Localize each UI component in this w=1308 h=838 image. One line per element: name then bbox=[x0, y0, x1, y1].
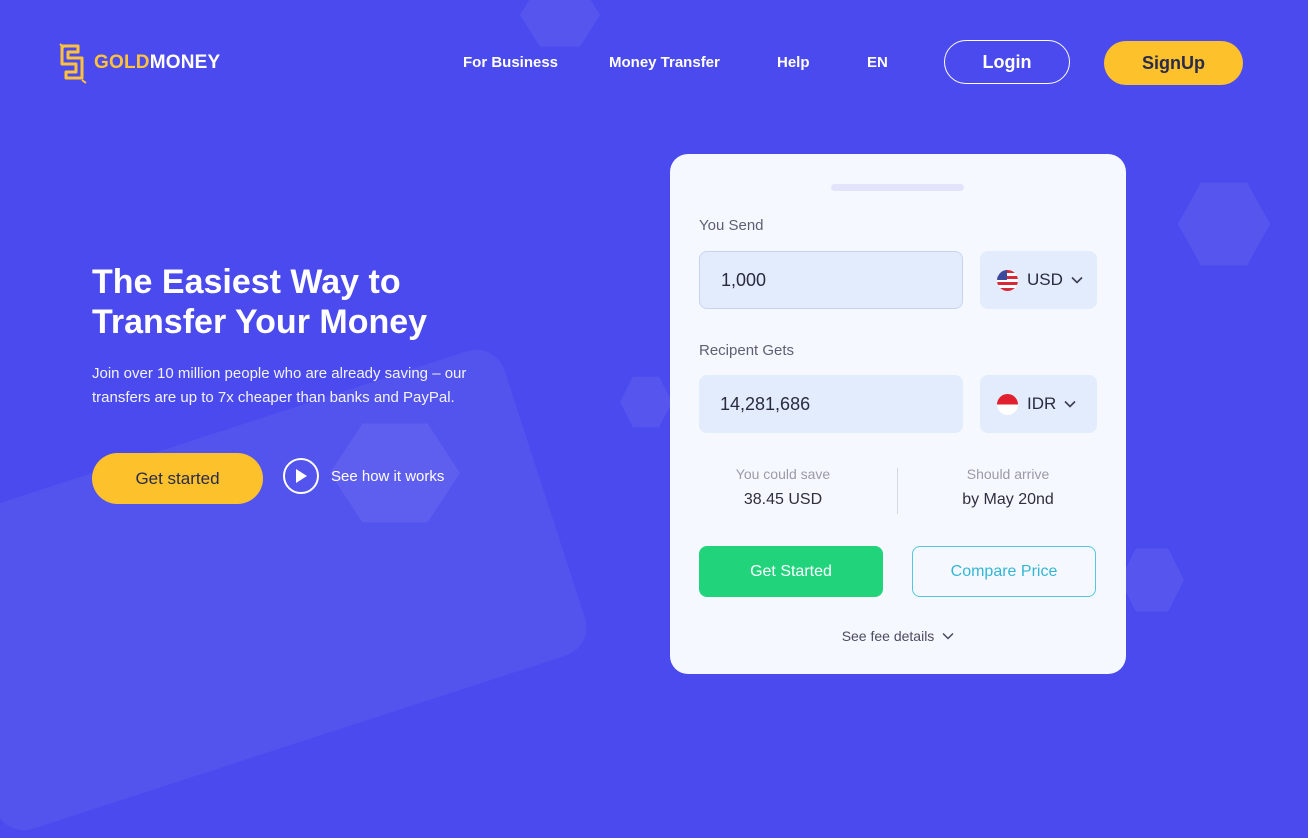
brand-name-money: MONEY bbox=[149, 52, 221, 73]
nav-language[interactable]: EN bbox=[867, 54, 888, 71]
arrival-label: Should arrive bbox=[966, 466, 1050, 482]
you-send-label: You Send bbox=[699, 217, 764, 234]
arrival-stat: Should arrive by May 20nd bbox=[908, 466, 1108, 509]
brand-logo[interactable]: GOLDMONEY bbox=[58, 42, 220, 84]
background-hexagon bbox=[1120, 548, 1184, 612]
play-icon bbox=[283, 458, 319, 494]
hero-title: The Easiest Way to Transfer Your Money bbox=[92, 262, 512, 342]
chevron-down-icon bbox=[1064, 400, 1076, 408]
arrival-value: by May 20nd bbox=[962, 491, 1054, 508]
receive-amount-input[interactable]: 14,281,686 bbox=[699, 375, 963, 433]
receive-currency-code: IDR bbox=[1027, 394, 1057, 413]
compare-price-button[interactable]: Compare Price bbox=[912, 546, 1096, 597]
hero-subtitle: Join over 10 million people who are alre… bbox=[92, 365, 467, 406]
see-how-it-works-label: See how it works bbox=[331, 467, 445, 485]
background-band bbox=[0, 342, 595, 838]
send-currency-code: USD bbox=[1027, 270, 1063, 289]
receive-currency-select[interactable]: IDR bbox=[980, 375, 1097, 433]
signup-button[interactable]: SignUp bbox=[1104, 41, 1243, 85]
hero-title-line2: Transfer Your Money bbox=[92, 303, 428, 341]
card-get-started-button[interactable]: Get Started bbox=[699, 546, 883, 597]
send-amount-input[interactable]: 1,000 bbox=[699, 251, 963, 309]
savings-label: You could save bbox=[735, 466, 831, 482]
stat-divider bbox=[897, 468, 898, 514]
recipient-gets-label: Recipent Gets bbox=[699, 342, 795, 359]
nav-help[interactable]: Help bbox=[777, 54, 810, 71]
background-hexagon bbox=[1178, 182, 1270, 266]
hero-get-started-button[interactable]: Get started bbox=[92, 453, 263, 504]
see-how-it-works-link[interactable]: See how it works bbox=[283, 458, 444, 494]
indonesia-flag-icon bbox=[997, 393, 1018, 415]
savings-stat: You could save 38.45 USD bbox=[683, 466, 883, 509]
fee-details-label: See fee details bbox=[841, 628, 935, 644]
us-flag-icon bbox=[997, 269, 1018, 291]
brand-name-gold: GOLD bbox=[94, 52, 150, 73]
transfer-calculator-card: You Send 1,000 USD Recipent Gets 14,281,… bbox=[670, 154, 1126, 674]
nav-for-business[interactable]: For Business bbox=[463, 54, 558, 71]
card-handle bbox=[831, 184, 964, 191]
brand-name: GOLDMONEY bbox=[94, 52, 220, 74]
login-button[interactable]: Login bbox=[944, 40, 1070, 84]
see-fee-details-toggle[interactable]: See fee details bbox=[670, 628, 1126, 644]
nav-money-transfer[interactable]: Money Transfer bbox=[609, 54, 720, 71]
hero-title-line1: The Easiest Way to bbox=[92, 263, 401, 301]
send-currency-select[interactable]: USD bbox=[980, 251, 1097, 309]
background-hexagon bbox=[620, 376, 672, 428]
chevron-down-icon bbox=[1071, 276, 1083, 284]
background-hexagon bbox=[520, 0, 600, 47]
chevron-down-icon bbox=[942, 632, 954, 640]
goldmoney-logo-icon bbox=[59, 43, 87, 84]
savings-value: 38.45 USD bbox=[743, 491, 823, 508]
